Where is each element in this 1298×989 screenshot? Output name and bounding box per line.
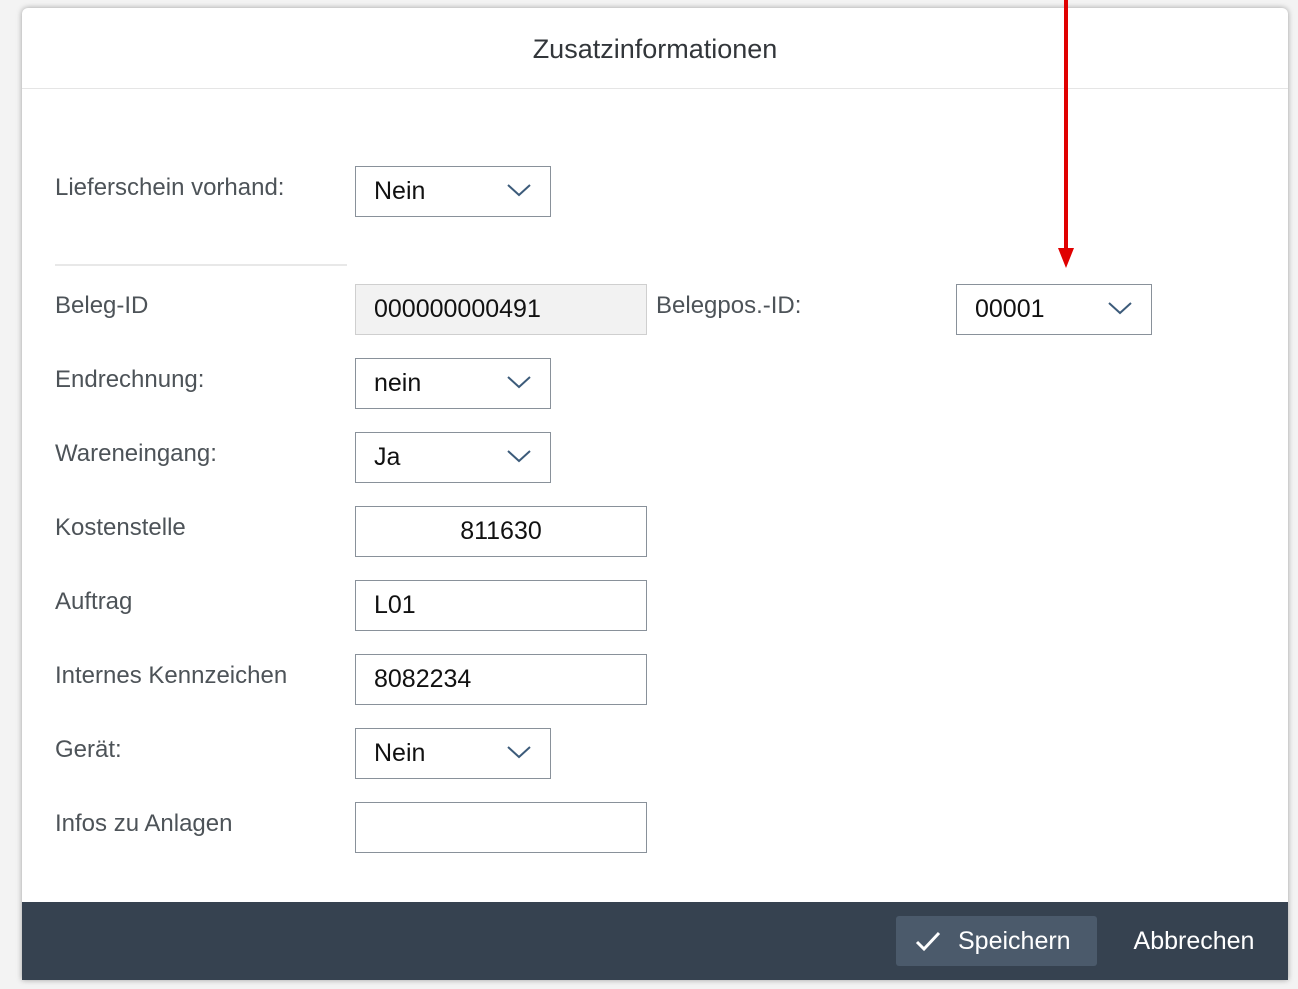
internal-reference-label: Internes Kennzeichen: [55, 662, 288, 689]
chevron-down-icon: [507, 184, 531, 197]
goods-receipt-label: Wareneingang:: [55, 440, 217, 467]
attachment-info-input[interactable]: [355, 802, 647, 853]
additional-info-dialog: Zusatzinformationen Lieferschein vorhand…: [22, 8, 1288, 980]
delivery-note-label: Lieferschein vorhand:: [55, 174, 285, 201]
device-select[interactable]: Nein: [355, 728, 551, 779]
cost-center-input[interactable]: 811630: [355, 506, 647, 557]
delivery-note-select[interactable]: Nein: [355, 166, 551, 217]
save-button-label: Speichern: [958, 927, 1071, 955]
final-invoice-label: Endrechnung:: [55, 366, 205, 393]
red-arrow-annotation-icon: [1058, 0, 1074, 268]
order-label: Auftrag: [55, 588, 133, 615]
document-position-id-select[interactable]: 00001: [956, 284, 1152, 335]
final-invoice-select[interactable]: nein: [355, 358, 551, 409]
dialog-header: Zusatzinformationen: [22, 8, 1288, 89]
order-input[interactable]: L01: [355, 580, 647, 631]
device-value: Nein: [374, 739, 426, 767]
document-position-id-label: Belegpos.-ID:: [656, 292, 802, 319]
cancel-button[interactable]: Abbrechen: [1114, 916, 1274, 966]
document-id-label: Beleg-ID: [55, 292, 149, 319]
chevron-down-icon: [507, 746, 531, 759]
cost-center-label: Kostenstelle: [55, 514, 186, 541]
goods-receipt-value: Ja: [374, 443, 401, 471]
dialog-title: Zusatzinformationen: [532, 34, 778, 64]
document-id-field: 000000000491: [355, 284, 647, 335]
goods-receipt-select[interactable]: Ja: [355, 432, 551, 483]
dialog-footer: Speichern Abbrechen: [22, 902, 1288, 980]
chevron-down-icon: [507, 376, 531, 389]
save-button[interactable]: Speichern: [896, 916, 1097, 966]
chevron-down-icon: [507, 450, 531, 463]
chevron-down-icon: [1108, 302, 1132, 315]
internal-reference-input[interactable]: 8082234: [355, 654, 647, 705]
attachment-info-label: Infos zu Anlagen: [55, 810, 233, 837]
form-separator: [55, 264, 347, 266]
checkmark-icon: [915, 931, 941, 952]
document-position-id-value: 00001: [975, 295, 1045, 323]
final-invoice-value: nein: [374, 369, 422, 397]
device-label: Gerät:: [55, 736, 122, 763]
delivery-note-value: Nein: [374, 177, 426, 205]
